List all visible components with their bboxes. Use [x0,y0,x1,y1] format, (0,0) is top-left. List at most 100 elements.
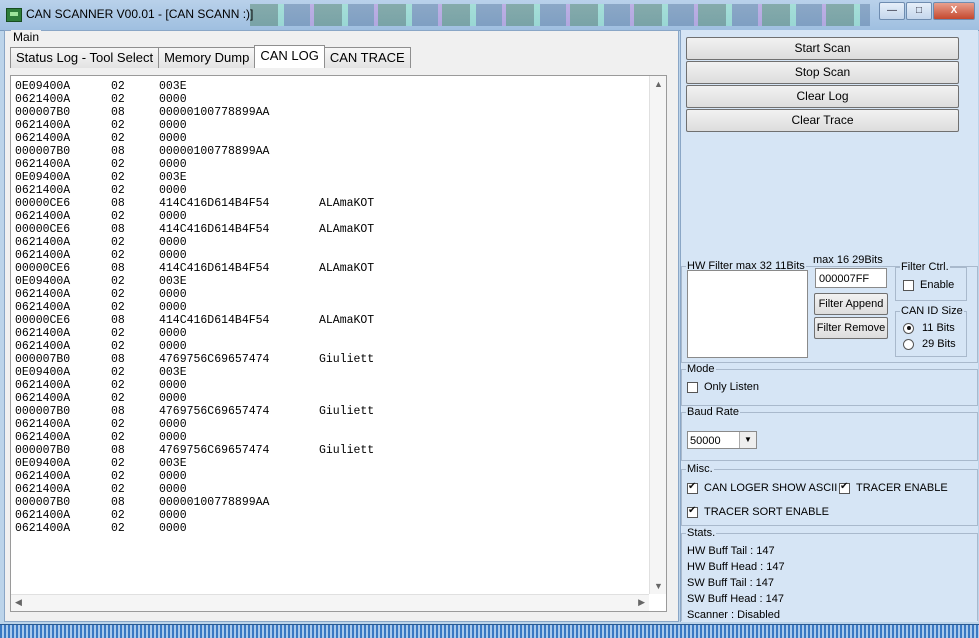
only-listen-checkbox[interactable]: Only Listen [687,381,759,393]
log-line: 0621400A 02 0000 [15,340,645,353]
maximize-button[interactable]: □ [906,2,932,20]
log-ascii [319,470,439,483]
filter-enable-checkbox[interactable]: Enable [903,279,954,291]
log-len: 08 [111,314,125,327]
log-lines: 0E09400A 02 003E 0621400A 02 0000 000007B0 08 00… [15,80,645,590]
minimize-button[interactable]: — [879,2,905,20]
scroll-right-arrow-icon[interactable]: ▶ [638,597,645,608]
log-len: 02 [111,158,125,171]
log-data: 0000 [159,340,187,353]
close-button[interactable]: X [933,2,975,20]
log-len: 02 [111,483,125,496]
only-listen-label: Only Listen [704,381,760,393]
stats-group: Stats. HW Buff Tail : 147 HW Buff Head :… [681,527,978,621]
log-line: 0621400A 02 0000 [15,158,645,171]
baud-rate-title: Baud Rate [686,406,740,418]
log-data: 003E [159,171,187,184]
can-log-textbox[interactable]: 0E09400A 02 003E 0621400A 02 0000 000007B0 08 00… [10,75,667,612]
filter-id-input[interactable]: 000007FF [815,268,887,288]
log-data: 0000 [159,483,187,496]
log-ascii: ALAmaKOT [319,314,375,327]
filter-remove-button[interactable]: Filter Remove [814,317,888,339]
horizontal-scrollbar[interactable]: ◀ ▶ [11,594,649,611]
radio-dot-icon[interactable] [903,322,914,334]
hw-filter-list[interactable] [687,270,808,358]
checkbox-box[interactable] [687,505,698,518]
tab-can-trace[interactable]: CAN TRACE [323,47,411,68]
log-data: 0000 [159,522,187,535]
log-id: 00000CE6 [15,314,71,327]
log-id: 0621400A [15,431,71,444]
log-data: 0000 [159,392,187,405]
log-line: 00000CE6 08 414C416D614B4F54 ALAmaKOT [15,223,645,236]
tab-memory-dump[interactable]: Memory Dump [158,47,256,68]
log-line: 0621400A 02 0000 [15,210,645,223]
log-ascii [319,288,439,301]
sw-buff-tail: SW Buff Tail : 147 [687,577,775,589]
stop-scan-button[interactable]: Stop Scan [686,61,959,84]
tab-can-log[interactable]: CAN LOG [254,45,325,68]
window-controls: — □ X [878,2,975,20]
log-id: 000007B0 [15,496,71,509]
log-data: 00000100778899AA [159,496,270,509]
log-ascii [319,496,439,509]
log-id: 0E09400A [15,457,71,470]
stats-title: Stats. [686,527,717,539]
log-id: 0621400A [15,379,71,392]
log-id: 000007B0 [15,405,71,418]
log-ascii [319,184,439,197]
log-len: 02 [111,340,125,353]
filter-append-button[interactable]: Filter Append [814,293,888,315]
log-line: 0621400A 02 0000 [15,249,645,262]
scroll-up-arrow-icon[interactable]: ▲ [654,79,663,89]
log-line: 0E09400A 02 003E [15,80,645,93]
scroll-left-arrow-icon[interactable]: ◀ [15,597,22,608]
log-len: 02 [111,132,125,145]
radio-dot-icon[interactable] [903,338,914,350]
tracer-enable-checkbox[interactable]: TRACER ENABLE [839,481,948,494]
dropdown-arrow-icon[interactable]: ▼ [739,432,756,448]
log-ascii: Giuliett [319,353,375,366]
log-id: 0621400A [15,158,71,171]
log-len: 02 [111,301,125,314]
log-ascii [319,327,439,340]
log-id: 0621400A [15,93,71,106]
log-id: 0621400A [15,119,71,132]
mode-group: Mode Only Listen [681,363,978,406]
checkbox-box[interactable] [903,279,914,291]
log-ascii [319,106,439,119]
clear-trace-button[interactable]: Clear Trace [686,109,959,132]
log-ascii [319,145,439,158]
checkbox-box[interactable] [687,381,698,393]
log-ascii [319,249,439,262]
log-id: 00000CE6 [15,223,71,236]
log-line: 000007B0 08 00000100778899AA [15,496,645,509]
scroll-down-arrow-icon[interactable]: ▼ [654,581,663,591]
tab-status-log[interactable]: Status Log - Tool Select [10,47,160,68]
log-len: 02 [111,184,125,197]
log-ascii [319,275,439,288]
log-ascii [319,418,439,431]
log-id: 0621400A [15,249,71,262]
tracer-sort-checkbox[interactable]: TRACER SORT ENABLE [687,505,829,518]
log-data: 0000 [159,379,187,392]
log-data: 00000100778899AA [159,106,270,119]
hw-filter-max29-label: max 16 29Bits [813,254,883,266]
radio-11-bits[interactable]: 11 Bits [903,322,955,334]
baud-rate-select[interactable]: 50000 ▼ [687,431,757,449]
log-id: 0621400A [15,392,71,405]
log-len: 02 [111,275,125,288]
misc-group: Misc. CAN LOGER SHOW ASCII TRACER ENABLE… [681,463,978,526]
clear-log-button[interactable]: Clear Log [686,85,959,108]
checkbox-box[interactable] [687,481,698,494]
log-ascii [319,80,439,93]
vertical-scrollbar[interactable]: ▲ ▼ [649,76,666,594]
log-data: 0000 [159,210,187,223]
show-ascii-checkbox[interactable]: CAN LOGER SHOW ASCII [687,481,837,494]
log-line: 00000CE6 08 414C416D614B4F54 ALAmaKOT [15,314,645,327]
radio-29-bits[interactable]: 29 Bits [903,338,956,350]
checkbox-box[interactable] [839,481,850,494]
log-data: 003E [159,457,187,470]
start-scan-button[interactable]: Start Scan [686,37,959,60]
log-len: 08 [111,145,125,158]
